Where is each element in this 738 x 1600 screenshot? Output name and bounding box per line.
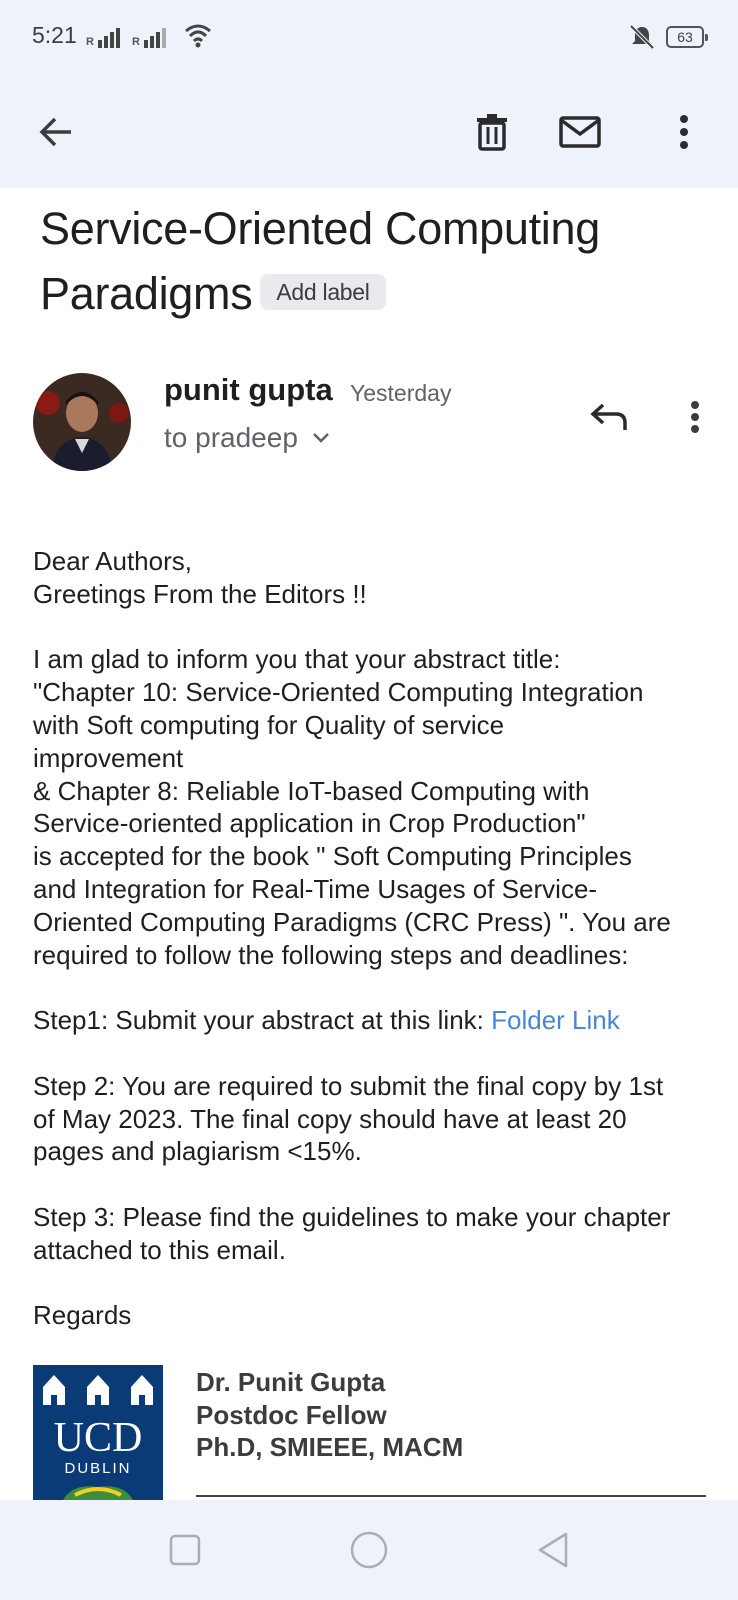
home-button[interactable] bbox=[344, 1528, 394, 1572]
signature-block: Dr. Punit Gupta Postdoc Fellow Ph.D, SMI… bbox=[196, 1366, 463, 1464]
body-line: Step 3: Please find the guidelines to ma… bbox=[33, 1201, 671, 1232]
signal-2-icon: R bbox=[132, 26, 166, 48]
body-line: attached to this email. bbox=[33, 1234, 286, 1265]
body-line: required to follow the following steps a… bbox=[33, 939, 629, 970]
more-vert-icon bbox=[691, 401, 699, 433]
back-nav-button[interactable] bbox=[528, 1528, 578, 1572]
signature-divider bbox=[196, 1495, 706, 1497]
ucd-logo: UCD DUBLIN bbox=[33, 1365, 163, 1500]
body-line: Oriented Computing Paradigms (CRC Press)… bbox=[33, 906, 671, 937]
body-line: Regards bbox=[33, 1300, 132, 1331]
body-line: I am glad to inform you that your abstra… bbox=[33, 644, 561, 675]
step1-line: Step1: Submit your abstract at this link… bbox=[33, 1004, 723, 1037]
body-line: pages and plagiarism <15%. bbox=[33, 1136, 362, 1167]
email-subject: Service-Oriented Computing Paradigms Add … bbox=[40, 196, 710, 326]
email-body: Dear Authors, Greetings From the Editors… bbox=[33, 545, 723, 1332]
battery-icon: 63 bbox=[666, 26, 708, 48]
signal-1-icon: R bbox=[86, 26, 120, 48]
recipient-text: to pradeep bbox=[164, 422, 298, 453]
trash-icon bbox=[477, 114, 507, 151]
ucd-logo-text: UCD bbox=[54, 1415, 143, 1461]
vibrate-mute-icon bbox=[629, 24, 655, 50]
delete-button[interactable] bbox=[460, 100, 524, 164]
reply-button[interactable] bbox=[584, 392, 634, 442]
triangle-back-icon bbox=[538, 1532, 568, 1568]
signature-credentials: Ph.D, SMIEEE, MACM bbox=[196, 1432, 464, 1462]
body-line: is accepted for the book " Soft Computin… bbox=[33, 841, 632, 872]
status-bar: 5:21 R R 63 bbox=[0, 0, 738, 78]
mark-unread-button[interactable] bbox=[548, 100, 612, 164]
email-date: Yesterday bbox=[350, 380, 452, 406]
folder-link[interactable]: Folder Link bbox=[491, 1005, 620, 1035]
body-line: Step 2: You are required to submit the f… bbox=[33, 1070, 664, 1101]
signature-role: Postdoc Fellow bbox=[196, 1399, 387, 1430]
body-line: & Chapter 8: Reliable IoT-based Computin… bbox=[33, 775, 590, 806]
body-line: and Integration for Real-Time Usages of … bbox=[33, 873, 598, 904]
signature-name: Dr. Punit Gupta bbox=[196, 1367, 386, 1397]
circle-icon bbox=[350, 1531, 388, 1569]
arrow-left-icon bbox=[39, 117, 71, 147]
sender-name[interactable]: punit gupta bbox=[164, 372, 333, 408]
message-more-button[interactable] bbox=[670, 392, 720, 442]
recents-button[interactable] bbox=[160, 1528, 210, 1572]
system-nav-bar bbox=[0, 1500, 738, 1600]
recipient-toggle[interactable]: to pradeep bbox=[164, 422, 330, 454]
step1-text: Step1: Submit your abstract at this link… bbox=[33, 1005, 492, 1036]
back-button[interactable] bbox=[24, 100, 88, 164]
body-line: of May 2023. The final copy should have … bbox=[33, 1103, 627, 1134]
more-options-button[interactable] bbox=[652, 100, 716, 164]
body-line: "Chapter 10: Service-Oriented Computing … bbox=[33, 677, 644, 708]
ucd-logo-subtext: DUBLIN bbox=[64, 1460, 131, 1477]
body-line: improvement bbox=[33, 742, 184, 773]
avatar-photo-icon bbox=[33, 373, 131, 471]
body-line: Greetings From the Editors !! bbox=[33, 578, 367, 609]
top-toolbar bbox=[0, 78, 738, 188]
reply-icon bbox=[590, 403, 627, 430]
body-line: Dear Authors, bbox=[33, 546, 192, 576]
body-line: with Soft computing for Quality of servi… bbox=[33, 709, 505, 740]
wifi-icon bbox=[185, 24, 211, 48]
more-vert-icon bbox=[680, 115, 688, 149]
mail-icon bbox=[559, 116, 601, 148]
add-label-chip[interactable]: Add label bbox=[260, 274, 386, 311]
square-icon bbox=[169, 1534, 201, 1566]
sender-avatar[interactable] bbox=[33, 373, 131, 471]
chevron-down-icon bbox=[313, 433, 329, 443]
status-time: 5:21 bbox=[32, 22, 77, 48]
body-line: Service-oriented application in Crop Pro… bbox=[33, 808, 586, 839]
